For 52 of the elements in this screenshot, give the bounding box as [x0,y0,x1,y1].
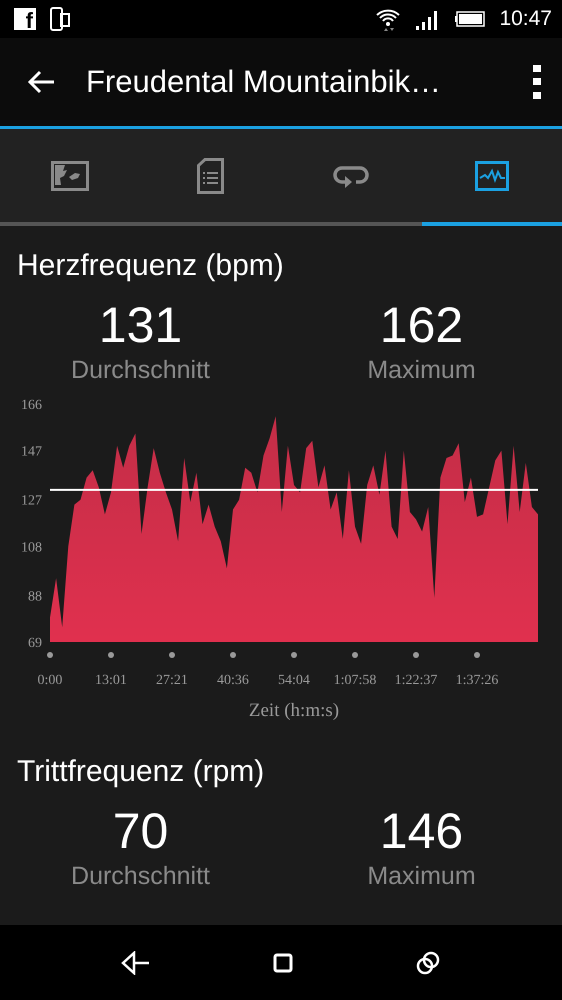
clock-time: 10:47 [499,7,552,31]
y-tick-label: 166 [21,398,42,413]
recent-apps-button[interactable] [415,950,441,974]
x-axis-title: Zeit (h:m:s) [248,700,340,721]
section-title: Trittfrequenz (rpm) [16,754,266,790]
battery-icon [455,11,486,27]
map-icon [51,160,90,190]
activity-title: Freudental Mountainbik… [86,64,442,100]
more-vertical-icon [532,65,542,99]
y-tick-label: 147 [21,444,42,460]
y-tick-label: 108 [21,540,42,556]
heart-rate-chart-icon [474,160,509,190]
overflow-menu-button[interactable] [532,65,542,99]
x-tick-label: 13:01 [95,673,127,688]
x-tick-label: 40:36 [217,673,249,688]
back-button[interactable] [28,70,56,94]
x-tick-label: 1:22:37 [394,673,438,688]
stat-value: 146 [380,802,464,860]
x-tick-label: 27:21 [156,673,188,688]
stat-label: Maximum [367,861,476,892]
stat-label: Maximum [367,355,476,386]
stat-value: 70 [112,802,168,860]
back-triangle-icon [121,950,151,974]
stat-label: Durchschnitt [71,861,210,892]
section-title: Herzfrequenz (bpm) [16,248,285,284]
x-tick-label: 54:04 [278,673,310,688]
tick-dot [291,652,297,658]
tick-dot [352,652,358,658]
back-button[interactable] [121,950,151,974]
tick-dot [230,652,236,658]
y-tick-label: 127 [21,494,42,509]
document-list-icon [197,158,224,194]
stat-value: 162 [380,296,464,354]
tick-dot [474,652,480,658]
tick-dot [413,652,419,658]
wifi-icon [375,7,402,31]
overlapping-circles-icon [415,950,441,974]
stat-label: Durchschnitt [71,355,210,386]
back-arrow-icon [28,70,56,94]
y-tick-label: 88 [28,589,42,604]
x-tick-label: 1:07:58 [334,673,376,688]
square-icon [273,952,293,972]
x-tick-label: 1:37:26 [456,673,498,688]
devices-icon [50,7,70,31]
x-tick-label: 0:00 [38,673,62,688]
tick-dot [47,652,53,658]
stat-value: 131 [98,296,182,354]
home-button[interactable] [273,952,293,972]
y-tick-label: 69 [28,636,42,651]
tick-dot [108,652,114,658]
facebook-logo: f [14,8,36,30]
tick-dot [169,652,175,658]
